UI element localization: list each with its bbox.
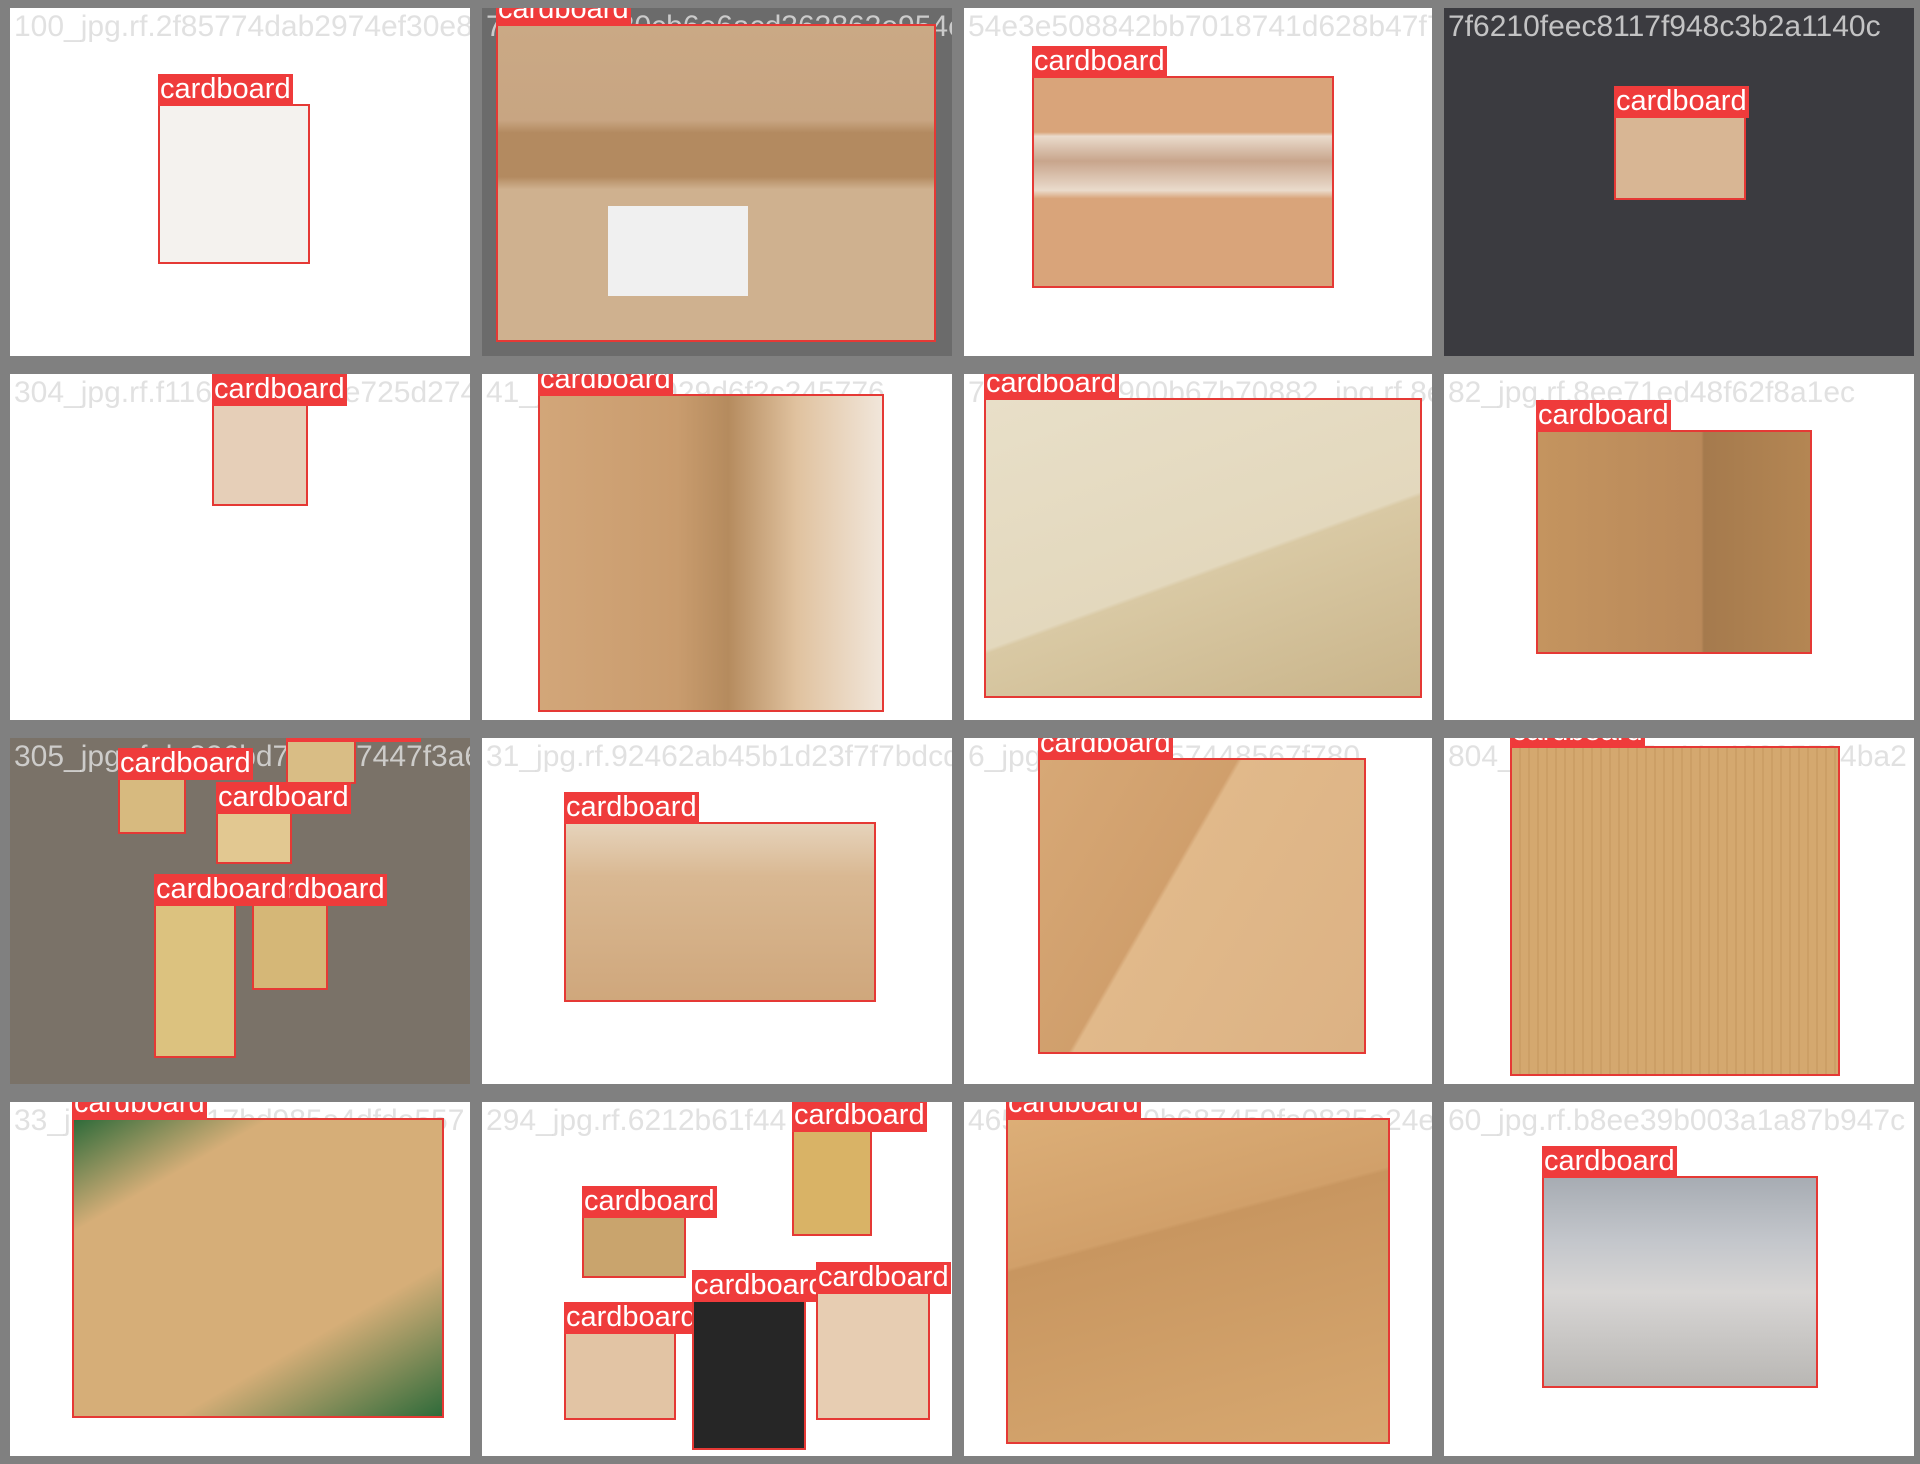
detection-box: cardboard (118, 748, 253, 834)
detection-box: cardboard (154, 874, 289, 1058)
detection-box: cardboard (984, 374, 1422, 698)
detection-box: cardboard (158, 74, 310, 264)
tile-1: 100_jpg.rf.2f85774dab2974ef30e87c2297ba3… (10, 8, 470, 356)
detection-box: cardboard (582, 1186, 717, 1278)
detection-label: cardboard (212, 374, 347, 406)
detection-box: cardboard (216, 782, 351, 864)
detection-box: cardboard (816, 1262, 951, 1420)
tile-3: 54e3e508842bb7018741d628b47f7f6210feec8 … (964, 8, 1432, 356)
detection-label: cardboard (692, 1269, 827, 1302)
detection-box: cardboard (1032, 46, 1334, 288)
detection-label: cardboard (496, 8, 631, 26)
detection-box: cardboard (252, 874, 387, 990)
detection-box: cardboard (792, 1102, 927, 1236)
tile-5: 304_jpg.rf.f11676c0020de725d2741 cardboa… (10, 374, 470, 720)
tile-8: 82_jpg.rf.8ee71ed48f62f8a1ec cardboard (1444, 374, 1914, 720)
tile-11: 6_jpg.rf.4477f957448567f780 cardboard (964, 738, 1432, 1084)
detection-label: cardboard (158, 73, 293, 106)
detection-label: cardboard (538, 374, 673, 396)
detection-label: cardboard (1510, 738, 1645, 748)
tile-filename: 294_jpg.rf.6212b61f44 (486, 1104, 787, 1137)
tile-14: 294_jpg.rf.6212b61f44 cardboard cardboar… (482, 1102, 952, 1456)
detection-label: cardboard (216, 781, 351, 814)
tile-10: 31_jpg.rf.92462ab45b1d23f7f7bdcd0e6 card… (482, 738, 952, 1084)
tile-filename: 31_jpg.rf.92462ab45b1d23f7f7bdcd0e6 (486, 740, 952, 773)
detection-label: cardboard (1038, 738, 1173, 760)
tile-4: 7f6210feec8117f948c3b2a1140c cardboard (1444, 8, 1914, 356)
detection-box: cardboard (1536, 400, 1812, 654)
detection-label: cardboard (792, 1102, 927, 1132)
detection-box: cardboard (496, 8, 936, 342)
detection-label: cardboard (1536, 399, 1671, 432)
detection-label: cardboard (118, 747, 253, 780)
detection-label: cardboard (154, 873, 289, 906)
detection-label: cardboard (1006, 1102, 1141, 1120)
tile-16: 60_jpg.rf.b8ee39b003a1a87b947c cardboard (1444, 1102, 1914, 1456)
detection-grid: 100_jpg.rf.2f85774dab2974ef30e87c2297ba3… (0, 0, 1920, 1464)
detection-label: cardboard (1542, 1145, 1677, 1178)
detection-label: cardboard (816, 1261, 951, 1294)
detection-box: cardboard (692, 1270, 827, 1450)
detection-box: cardboard (212, 374, 347, 506)
detection-box: cardboard (72, 1102, 444, 1418)
tile-9: 305_jpg.rf.da826bd7b47b7447f3a6 cardboar… (10, 738, 470, 1084)
tile-filename: 100_jpg.rf.2f85774dab2974ef30e87c2297ba3… (14, 10, 470, 43)
detection-label: cardboard (564, 791, 699, 824)
detection-box: cardboard (1542, 1146, 1818, 1388)
tile-7: 76eda04d4900b67b70882_jpg.rf.8ee71ed48f6… (964, 374, 1432, 720)
detection-box: cardboard (564, 792, 876, 1002)
detection-box: cardboard (1038, 738, 1366, 1054)
shipping-label (608, 206, 748, 296)
detection-label: cardboard (72, 1102, 207, 1120)
detection-label: cardboard (984, 374, 1119, 400)
detection-label: cardboard (564, 1301, 699, 1334)
tile-filename: 60_jpg.rf.b8ee39b003a1a87b947c (1448, 1104, 1906, 1137)
detection-box: cardboard (1510, 738, 1840, 1076)
detection-box: cardboard (286, 738, 421, 784)
tile-13: 33_jpg.rf.47e817bd985a4dfde557 cardboard (10, 1102, 470, 1456)
detection-label: cardboard (1614, 85, 1749, 118)
tile-6: 41_jpg.rf.b3b929d6f2c245776 cardboard (482, 374, 952, 720)
tile-2: 7c2297ba30cb6e6acd363863e954e3e508842 ca… (482, 8, 952, 356)
detection-box: cardboard (564, 1302, 699, 1420)
detection-box: cardboard (1006, 1102, 1390, 1444)
detection-label: cardboard (286, 738, 421, 742)
detection-box: cardboard (538, 374, 884, 712)
tile-12: 804_jpg.rf.a505e44a40205594ba2 cardboard (1444, 738, 1914, 1084)
detection-label: cardboard (1032, 45, 1167, 78)
tile-filename: 54e3e508842bb7018741d628b47f7f6210feec8 (968, 10, 1432, 43)
tile-filename: 7f6210feec8117f948c3b2a1140c (1448, 10, 1881, 43)
tile-15: 465_jpg.rf.b20b687459fa0835e24ee5 cardbo… (964, 1102, 1432, 1456)
detection-label: cardboard (582, 1185, 717, 1218)
detection-box: cardboard (1614, 86, 1749, 200)
